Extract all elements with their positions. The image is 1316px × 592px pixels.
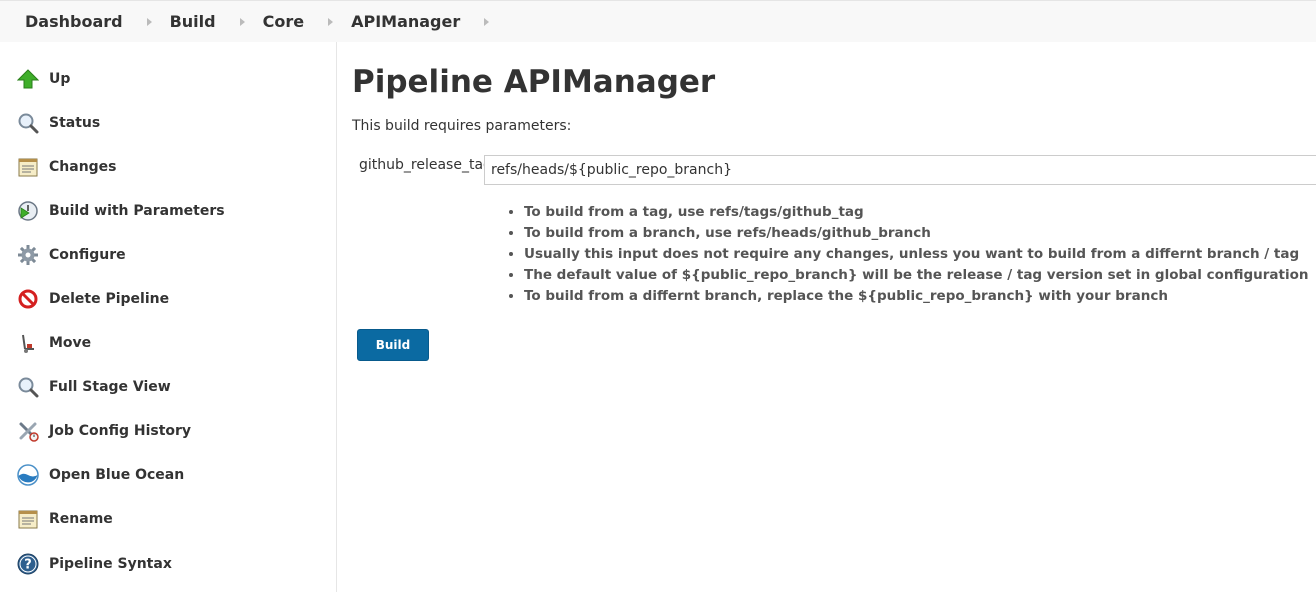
description-item: To build from a tag, use refs/tags/githu…	[524, 202, 1309, 223]
description-item: The default value of ${public_repo_branc…	[524, 265, 1309, 286]
chevron-right-icon[interactable]	[239, 17, 245, 26]
breadcrumb-label: APIManager	[351, 12, 461, 31]
magnifier-icon	[16, 111, 40, 135]
help-icon: ?	[16, 552, 40, 576]
sidebar-item-up[interactable]: Up	[16, 65, 70, 93]
clock-play-icon	[16, 199, 40, 223]
main-panel: Pipeline APIManager This build requires …	[352, 42, 1316, 592]
blue-ocean-icon	[16, 463, 40, 487]
sidebar-item-full-stage-view[interactable]: Full Stage View	[16, 373, 171, 401]
parameter-name-label: github_release_tag	[359, 157, 492, 173]
sidebar-item-rename[interactable]: Rename	[16, 505, 113, 533]
sidebar-item-configure[interactable]: Configure	[16, 241, 126, 269]
sidebar-item-label: Configure	[49, 247, 126, 263]
description-item: To build from a branch, use refs/heads/g…	[524, 223, 1309, 244]
up-arrow-icon	[16, 67, 40, 91]
sidebar-item-label: Rename	[49, 511, 113, 527]
notepad-icon	[16, 507, 40, 531]
description-item: Usually this input does not require any …	[524, 244, 1309, 265]
sidebar-item-label: Full Stage View	[49, 379, 171, 395]
sidebar-item-pipeline-syntax[interactable]: ? Pipeline Syntax	[16, 550, 172, 578]
breadcrumb-item-core[interactable]: Core	[263, 12, 351, 31]
no-entry-icon	[16, 287, 40, 311]
chevron-right-icon[interactable]	[146, 17, 152, 26]
breadcrumb-label: Dashboard	[25, 12, 123, 31]
breadcrumb-label: Core	[262, 12, 305, 31]
build-button[interactable]: Build	[357, 329, 429, 361]
sidebar-item-status[interactable]: Status	[16, 109, 100, 137]
sidebar-item-delete-pipeline[interactable]: Delete Pipeline	[16, 285, 169, 313]
description-item: To build from a differnt branch, replace…	[524, 286, 1309, 307]
github-release-tag-input[interactable]	[484, 155, 1316, 185]
breadcrumb-item-dashboard[interactable]: Dashboard	[25, 12, 170, 31]
sidebar-item-label: Build with Parameters	[49, 203, 225, 219]
chevron-right-icon[interactable]	[328, 17, 334, 26]
sidebar-item-label: Move	[49, 335, 92, 351]
sidebar-item-changes[interactable]: Changes	[16, 153, 117, 181]
sidebar-item-move[interactable]: Move	[16, 329, 91, 357]
chevron-right-icon[interactable]	[484, 17, 490, 26]
magnifier-icon	[16, 375, 40, 399]
page-title: Pipeline APIManager	[352, 64, 716, 100]
sidebar-item-label: Delete Pipeline	[49, 291, 170, 307]
sidebar-item-label: Changes	[49, 159, 117, 175]
breadcrumb-label: Build	[169, 12, 216, 31]
sidebar-item-job-config-history[interactable]: Job Config History	[16, 417, 191, 445]
parameter-description: To build from a tag, use refs/tags/githu…	[506, 202, 1309, 307]
side-panel: Up Status Changes Build with Parameters …	[0, 42, 337, 592]
breadcrumb: Dashboard Build Core APIManager	[0, 0, 1316, 42]
tools-icon	[16, 419, 40, 443]
breadcrumb-item-build[interactable]: Build	[170, 12, 263, 31]
sidebar-item-label: Pipeline Syntax	[49, 556, 172, 572]
notepad-icon	[16, 155, 40, 179]
breadcrumb-item-apimanager[interactable]: APIManager	[351, 12, 507, 31]
gear-icon	[16, 243, 40, 267]
sidebar-item-label: Open Blue Ocean	[49, 467, 185, 483]
sidebar-item-build-with-parameters[interactable]: Build with Parameters	[16, 197, 225, 225]
hand-truck-icon	[16, 331, 40, 355]
svg-text:?: ?	[24, 558, 32, 573]
sidebar-item-label: Job Config History	[49, 423, 192, 439]
sidebar-item-label: Status	[49, 115, 101, 131]
parameters-intro: This build requires parameters:	[352, 118, 572, 134]
sidebar-item-open-blue-ocean[interactable]: Open Blue Ocean	[16, 461, 184, 489]
sidebar-item-label: Up	[49, 71, 71, 87]
